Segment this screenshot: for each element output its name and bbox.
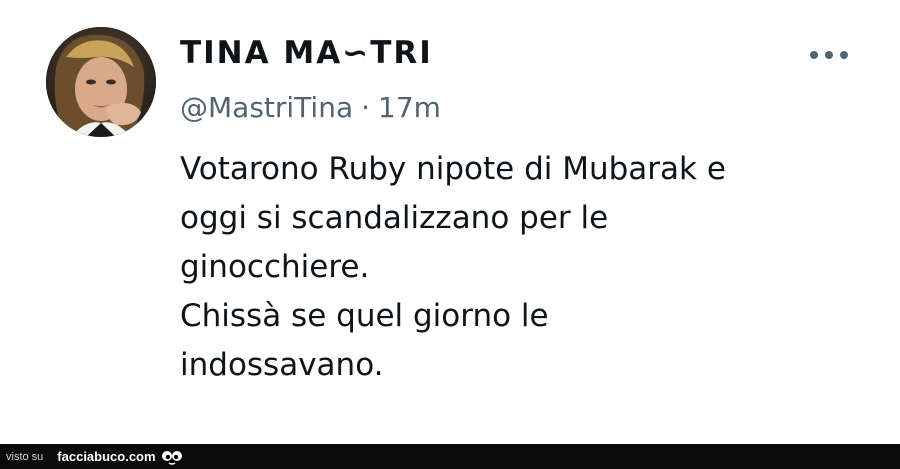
facciabuco-eyes-logo [161,449,183,465]
avatar-photo [46,27,156,137]
seen-on-label: visto su [6,450,44,463]
tweet-text-line: ginocchiere. [180,249,370,285]
avatar[interactable] [46,27,156,137]
watermark-footer: visto su facciabuco.com [0,444,900,469]
user-handle[interactable]: @MastriTina [180,91,353,124]
separator-dot: · [361,91,371,124]
tweet-screenshot: TINA MA∽TRI @MastriTina · 17m Votarono Rub… [0,0,900,469]
tweet-text-line: indossavano. [180,347,384,383]
tweet-text-line: Votarono Ruby nipote di Mubarak e [180,151,726,187]
tweet-text: Votarono Ruby nipote di Mubarak e oggi s… [180,145,870,390]
tweet-text-line: oggi si scandalizzano per le [180,200,609,236]
timestamp[interactable]: 17m [378,91,441,124]
site-name[interactable]: facciabuco.com [57,449,155,464]
display-name[interactable]: TINA MA∽TRI [180,33,433,73]
handle-line: @MastriTina · 17m [180,88,441,128]
more-options-button[interactable] [804,42,854,68]
tweet-text-line: Chissà se quel giorno le [180,298,549,334]
ellipsis-icon [810,51,848,59]
